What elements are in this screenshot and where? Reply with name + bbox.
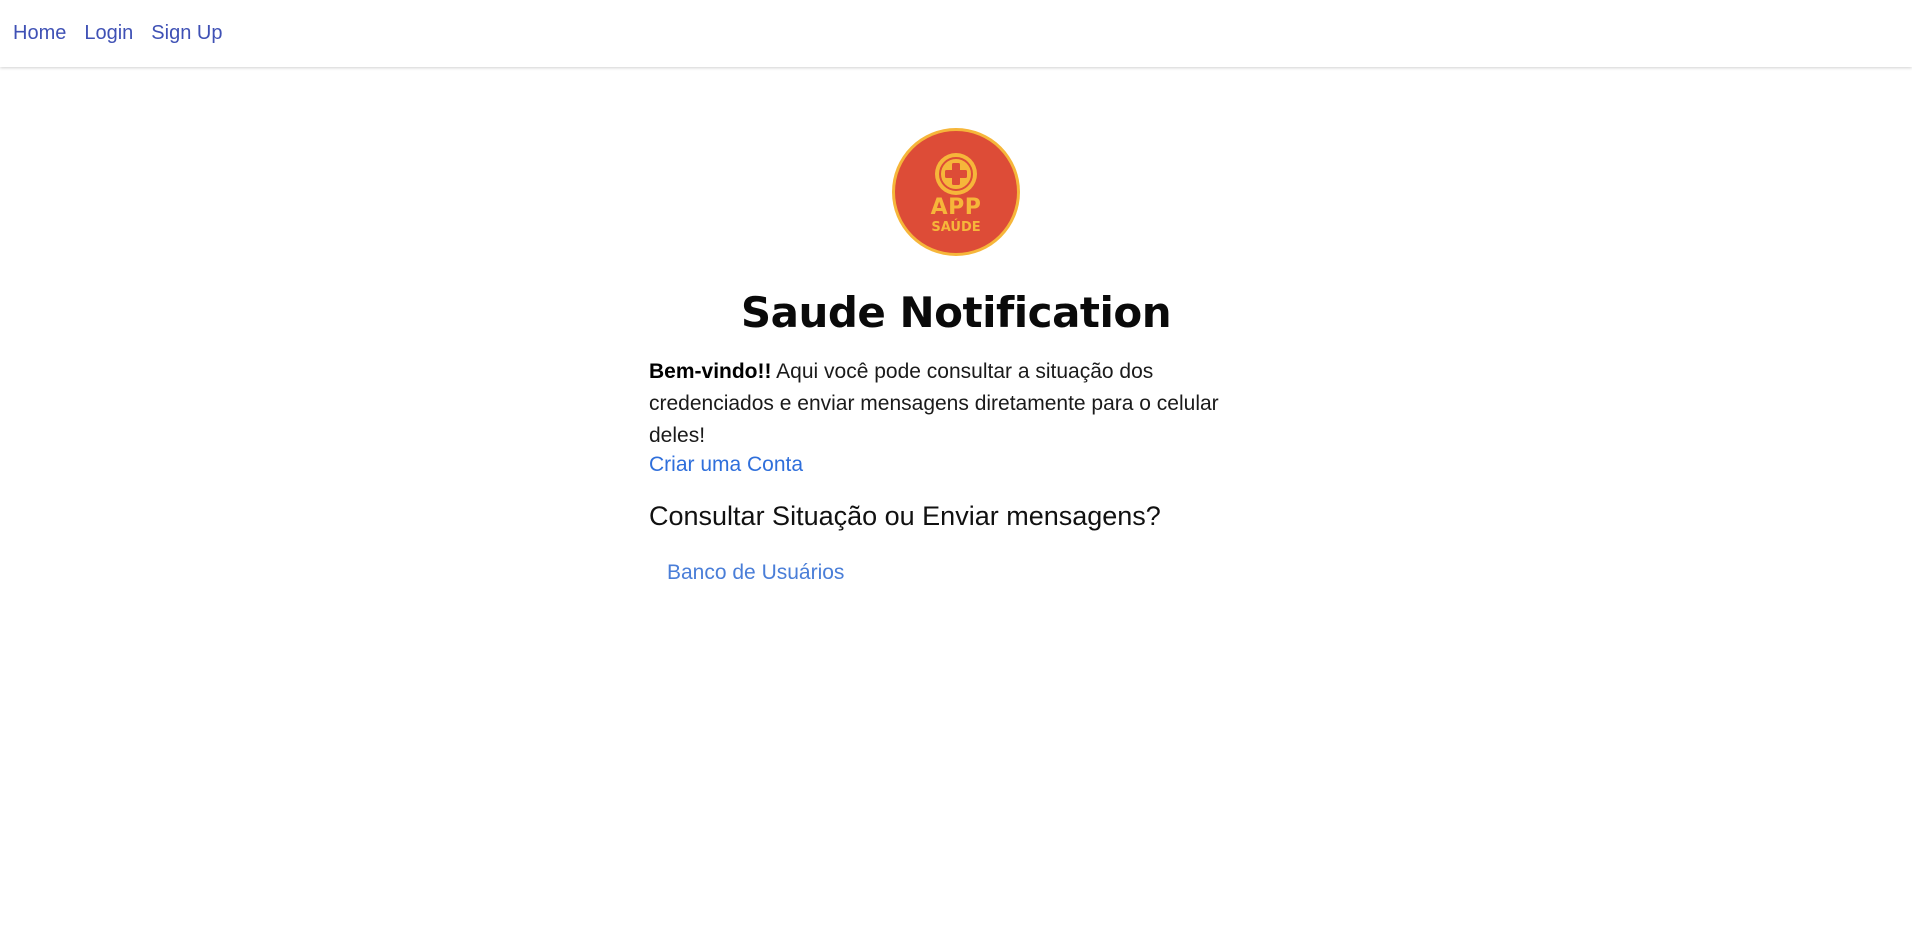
logo-badge: APP SAÚDE	[895, 131, 1017, 253]
welcome-greeting: Bem-vindo!!	[649, 360, 772, 384]
top-navbar: Home Login Sign Up	[0, 0, 1912, 67]
logo-container: APP SAÚDE	[649, 128, 1263, 256]
logo-text-saude: SAÚDE	[931, 220, 981, 235]
logo-text-app: APP	[930, 195, 982, 220]
page-title: Saude Notification	[740, 288, 1172, 337]
nav-login-link[interactable]: Login	[84, 22, 133, 45]
create-account-link[interactable]: Criar uma Conta	[649, 453, 803, 477]
nav-signup-link[interactable]: Sign Up	[151, 22, 222, 45]
section-question: Consultar Situação ou Enviar mensagens?	[649, 501, 1161, 532]
nav-home-link[interactable]: Home	[13, 22, 66, 45]
app-saude-logo: APP SAÚDE	[892, 128, 1020, 256]
main-content: APP SAÚDE Saude Notification Bem-vindo!!…	[649, 128, 1263, 585]
welcome-paragraph: Bem-vindo!! Aqui você pode consultar a s…	[649, 356, 1249, 452]
medical-cross-icon	[935, 153, 977, 195]
users-database-link[interactable]: Banco de Usuários	[667, 561, 844, 585]
